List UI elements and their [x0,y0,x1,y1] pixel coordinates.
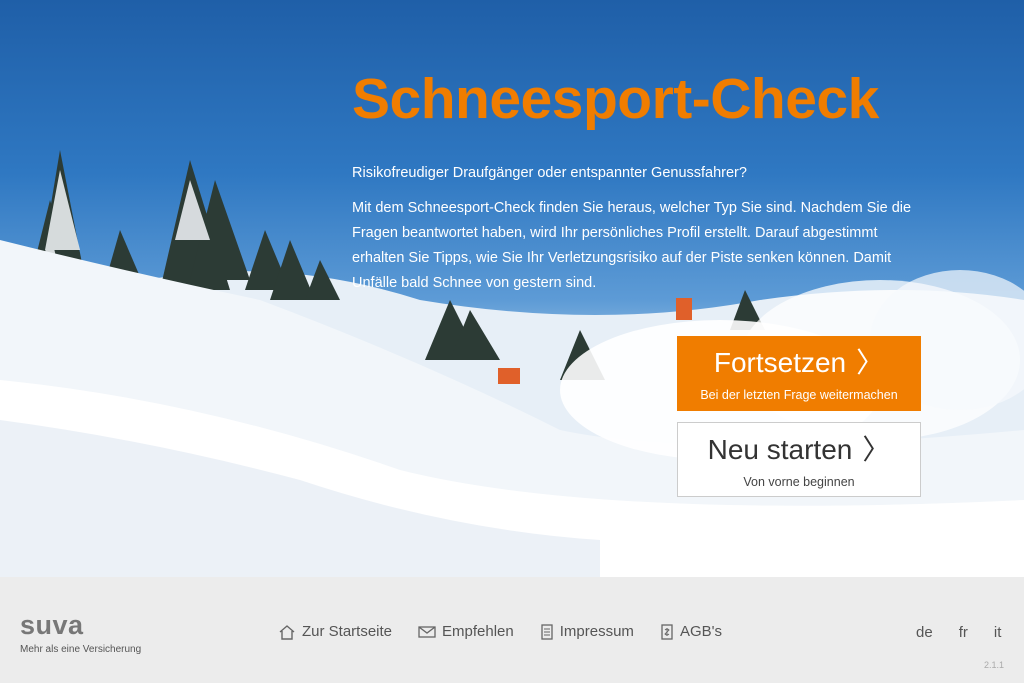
continue-button-label: Fortsetzen [713,347,847,378]
continue-button-main: Fortsetzen 〉 [677,336,921,380]
document-icon [541,623,553,640]
nav-home-link[interactable]: Zur Startseite [278,623,392,640]
lang-it[interactable]: it [994,624,1002,641]
lang-de[interactable]: de [916,624,933,641]
hero-description: Mit dem Schneesport-Check finden Sie her… [352,200,912,291]
lang-fr[interactable]: fr [959,624,968,641]
nav-home-label: Zur Startseite [302,623,393,640]
contract-icon [661,623,673,640]
footer: suva Mehr als eine Versicherung Zur Star… [0,577,1024,683]
continue-button-subtitle: Bei der letzten Frage weitermachen [700,388,898,402]
nav-recommend-link[interactable]: Empfehlen [418,623,514,640]
language-switcher: de fr it [916,624,1024,641]
footer-nav: Zur Startseite Empfehlen Impressum AGB's [278,623,748,640]
restart-button-main: Neu starten 〉 [678,423,920,467]
logo-tagline: Mehr als eine Versicherung [20,644,142,655]
nav-imprint-label: Impressum [559,623,634,640]
restart-button-label: Neu starten [707,434,853,465]
home-icon [279,624,295,640]
chevron-right-icon: 〉 [856,347,885,378]
envelope-icon [418,625,436,638]
nav-terms-link[interactable]: AGB's [660,623,722,640]
restart-button-subtitle: Von vorne beginnen [743,475,855,489]
version-label: 2.1.1 [983,660,1004,670]
nav-terms-label: AGB's [679,623,722,640]
restart-button[interactable]: Neu starten 〉 Von vorne beginnen [677,422,921,497]
hero-section: Schneesport-Check Risikofreudiger Draufg… [0,0,1024,577]
page-title: Schneesport-Check [352,67,879,131]
nav-imprint-link[interactable]: Impressum [540,623,634,640]
suva-logo[interactable]: suva [20,610,84,641]
continue-button[interactable]: Fortsetzen 〉 Bei der letzten Frage weiter… [677,336,921,411]
hero-lead-text: Risikofreudiger Draufgänger oder entspan… [352,165,747,181]
nav-recommend-label: Empfehlen [442,623,514,640]
chevron-right-icon: 〉 [862,434,891,465]
